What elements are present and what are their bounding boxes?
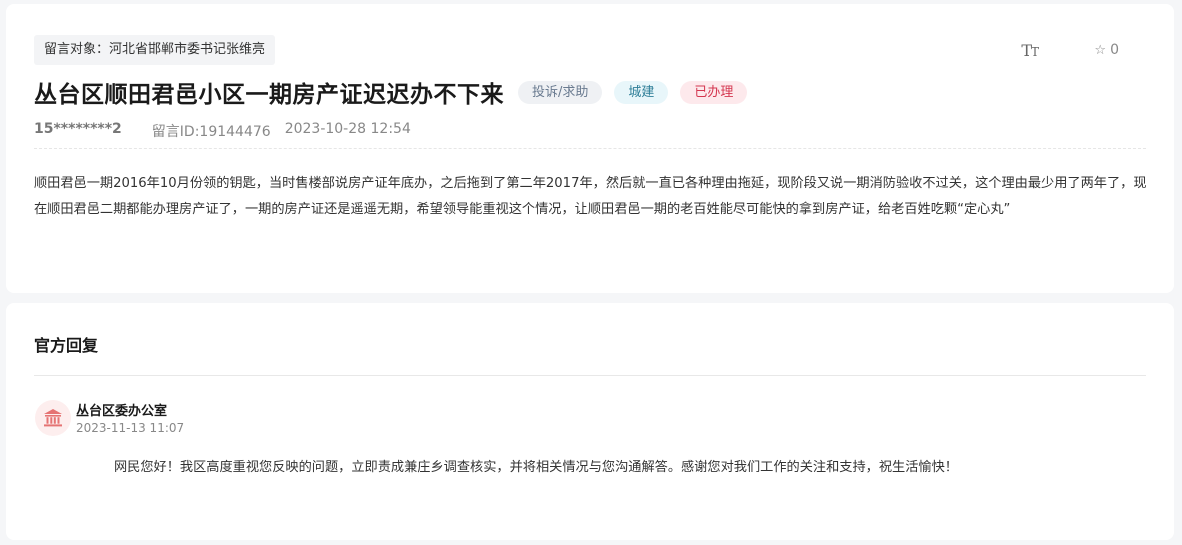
status-badge: 已办理 — [680, 80, 748, 104]
font-size-icon[interactable]: TT — [1021, 41, 1039, 60]
favorite-count: 0 — [1110, 42, 1119, 58]
user-id: 15********2 — [34, 121, 122, 137]
page-title: 丛台区顺田君邑小区一期房产证迟迟办不下来 — [34, 82, 504, 108]
message-datetime: 2023-10-28 12:54 — [284, 121, 411, 137]
star-outline-icon: ☆ — [1094, 43, 1107, 58]
message-id: 留言ID:19144476 — [151, 124, 271, 140]
category-tag: 城建 — [614, 80, 669, 104]
divider — [34, 148, 1146, 149]
government-building-icon — [35, 400, 71, 436]
reply-content: 网民您好！我区高度重视您反映的问题，立即责成兼庄乡调查核实，并将相关情况与您沟通… — [114, 460, 958, 475]
type-tag: 投诉/求助 — [518, 80, 603, 104]
reply-org-name: 丛台区委办公室 — [76, 404, 168, 419]
reply-card: 官方回复 丛台区委办公室 2023-11-13 11:07 网民您好！我区高度重… — [6, 303, 1174, 540]
favorite-button[interactable]: ☆ 0 — [1094, 42, 1119, 58]
reply-heading: 官方回复 — [34, 336, 99, 355]
message-card: 留言对象：河北省邯郸市委书记张维亮 TT ☆ 0 丛台区顺田君邑小区一期房产证迟迟… — [6, 4, 1174, 293]
message-target-label: 留言对象：河北省邯郸市委书记张维亮 — [34, 35, 276, 65]
message-meta: 15********2 留言ID:19144476 2023-10-28 12:… — [34, 121, 411, 141]
reply-datetime: 2023-11-13 11:07 — [76, 421, 185, 435]
title-row: 丛台区顺田君邑小区一期房产证迟迟办不下来 投诉/求助 城建 已办理 — [34, 75, 748, 109]
divider — [34, 375, 1146, 376]
message-content: 顺田君邑一期2016年10月份领的钥匙，当时售楼部说房产证年底办，之后拖到了第二… — [34, 176, 1147, 217]
